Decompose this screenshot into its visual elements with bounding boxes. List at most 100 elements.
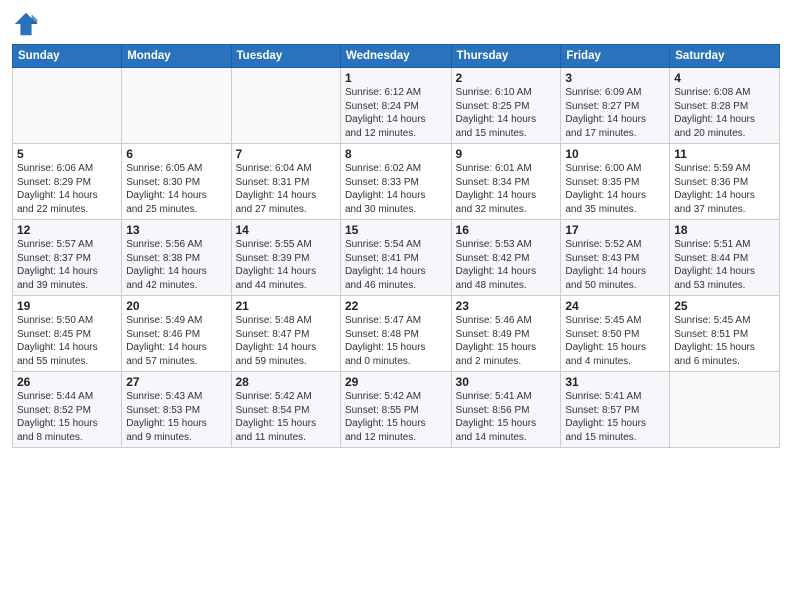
day-cell: 7Sunrise: 6:04 AMSunset: 8:31 PMDaylight… [231,144,340,220]
calendar-header-row: SundayMondayTuesdayWednesdayThursdayFrid… [13,45,780,68]
day-cell: 15Sunrise: 5:54 AMSunset: 8:41 PMDayligh… [340,220,451,296]
day-cell: 23Sunrise: 5:46 AMSunset: 8:49 PMDayligh… [451,296,561,372]
day-cell: 1Sunrise: 6:12 AMSunset: 8:24 PMDaylight… [340,68,451,144]
header-monday: Monday [122,45,231,68]
day-info: Sunrise: 6:09 AMSunset: 8:27 PMDaylight:… [565,86,665,140]
day-cell: 9Sunrise: 6:01 AMSunset: 8:34 PMDaylight… [451,144,561,220]
day-number: 30 [456,375,557,389]
day-number: 9 [456,147,557,161]
day-info: Sunrise: 5:42 AMSunset: 8:54 PMDaylight:… [236,390,336,444]
day-info: Sunrise: 6:08 AMSunset: 8:28 PMDaylight:… [674,86,775,140]
day-info: Sunrise: 5:49 AMSunset: 8:46 PMDaylight:… [126,314,226,368]
day-cell: 29Sunrise: 5:42 AMSunset: 8:55 PMDayligh… [340,372,451,448]
day-info: Sunrise: 6:02 AMSunset: 8:33 PMDaylight:… [345,162,447,216]
header [12,10,780,38]
day-cell: 18Sunrise: 5:51 AMSunset: 8:44 PMDayligh… [670,220,780,296]
day-cell: 12Sunrise: 5:57 AMSunset: 8:37 PMDayligh… [13,220,122,296]
header-friday: Friday [561,45,670,68]
day-cell: 14Sunrise: 5:55 AMSunset: 8:39 PMDayligh… [231,220,340,296]
day-cell: 5Sunrise: 6:06 AMSunset: 8:29 PMDaylight… [13,144,122,220]
day-number: 7 [236,147,336,161]
day-cell: 22Sunrise: 5:47 AMSunset: 8:48 PMDayligh… [340,296,451,372]
day-number: 31 [565,375,665,389]
day-number: 29 [345,375,447,389]
day-cell: 8Sunrise: 6:02 AMSunset: 8:33 PMDaylight… [340,144,451,220]
day-number: 5 [17,147,117,161]
day-number: 13 [126,223,226,237]
day-info: Sunrise: 5:57 AMSunset: 8:37 PMDaylight:… [17,238,117,292]
day-cell: 21Sunrise: 5:48 AMSunset: 8:47 PMDayligh… [231,296,340,372]
day-info: Sunrise: 5:44 AMSunset: 8:52 PMDaylight:… [17,390,117,444]
day-cell: 13Sunrise: 5:56 AMSunset: 8:38 PMDayligh… [122,220,231,296]
day-number: 26 [17,375,117,389]
day-number: 1 [345,71,447,85]
day-cell: 2Sunrise: 6:10 AMSunset: 8:25 PMDaylight… [451,68,561,144]
header-thursday: Thursday [451,45,561,68]
day-cell: 20Sunrise: 5:49 AMSunset: 8:46 PMDayligh… [122,296,231,372]
day-info: Sunrise: 5:50 AMSunset: 8:45 PMDaylight:… [17,314,117,368]
day-info: Sunrise: 5:42 AMSunset: 8:55 PMDaylight:… [345,390,447,444]
day-info: Sunrise: 5:41 AMSunset: 8:57 PMDaylight:… [565,390,665,444]
header-saturday: Saturday [670,45,780,68]
day-info: Sunrise: 5:54 AMSunset: 8:41 PMDaylight:… [345,238,447,292]
day-number: 27 [126,375,226,389]
day-cell [231,68,340,144]
day-number: 8 [345,147,447,161]
day-info: Sunrise: 5:51 AMSunset: 8:44 PMDaylight:… [674,238,775,292]
day-info: Sunrise: 6:00 AMSunset: 8:35 PMDaylight:… [565,162,665,216]
header-wednesday: Wednesday [340,45,451,68]
day-cell: 3Sunrise: 6:09 AMSunset: 8:27 PMDaylight… [561,68,670,144]
day-info: Sunrise: 5:46 AMSunset: 8:49 PMDaylight:… [456,314,557,368]
day-cell: 4Sunrise: 6:08 AMSunset: 8:28 PMDaylight… [670,68,780,144]
day-info: Sunrise: 5:47 AMSunset: 8:48 PMDaylight:… [345,314,447,368]
day-cell: 30Sunrise: 5:41 AMSunset: 8:56 PMDayligh… [451,372,561,448]
day-number: 4 [674,71,775,85]
day-cell: 16Sunrise: 5:53 AMSunset: 8:42 PMDayligh… [451,220,561,296]
header-sunday: Sunday [13,45,122,68]
day-number: 6 [126,147,226,161]
logo [12,10,42,38]
day-info: Sunrise: 5:59 AMSunset: 8:36 PMDaylight:… [674,162,775,216]
day-number: 14 [236,223,336,237]
day-number: 28 [236,375,336,389]
calendar-table: SundayMondayTuesdayWednesdayThursdayFrid… [12,44,780,448]
logo-icon [12,10,40,38]
week-row-2: 12Sunrise: 5:57 AMSunset: 8:37 PMDayligh… [13,220,780,296]
day-info: Sunrise: 5:56 AMSunset: 8:38 PMDaylight:… [126,238,226,292]
day-number: 25 [674,299,775,313]
day-info: Sunrise: 5:55 AMSunset: 8:39 PMDaylight:… [236,238,336,292]
day-info: Sunrise: 6:12 AMSunset: 8:24 PMDaylight:… [345,86,447,140]
day-cell: 6Sunrise: 6:05 AMSunset: 8:30 PMDaylight… [122,144,231,220]
day-cell: 27Sunrise: 5:43 AMSunset: 8:53 PMDayligh… [122,372,231,448]
day-info: Sunrise: 5:45 AMSunset: 8:51 PMDaylight:… [674,314,775,368]
day-cell [13,68,122,144]
day-number: 12 [17,223,117,237]
day-cell: 19Sunrise: 5:50 AMSunset: 8:45 PMDayligh… [13,296,122,372]
day-number: 19 [17,299,117,313]
day-number: 10 [565,147,665,161]
day-cell: 11Sunrise: 5:59 AMSunset: 8:36 PMDayligh… [670,144,780,220]
day-info: Sunrise: 5:41 AMSunset: 8:56 PMDaylight:… [456,390,557,444]
day-number: 20 [126,299,226,313]
day-cell: 25Sunrise: 5:45 AMSunset: 8:51 PMDayligh… [670,296,780,372]
day-info: Sunrise: 6:04 AMSunset: 8:31 PMDaylight:… [236,162,336,216]
page: SundayMondayTuesdayWednesdayThursdayFrid… [0,0,792,612]
day-number: 3 [565,71,665,85]
day-info: Sunrise: 5:43 AMSunset: 8:53 PMDaylight:… [126,390,226,444]
day-cell: 26Sunrise: 5:44 AMSunset: 8:52 PMDayligh… [13,372,122,448]
day-info: Sunrise: 6:05 AMSunset: 8:30 PMDaylight:… [126,162,226,216]
day-cell: 28Sunrise: 5:42 AMSunset: 8:54 PMDayligh… [231,372,340,448]
day-info: Sunrise: 5:45 AMSunset: 8:50 PMDaylight:… [565,314,665,368]
day-number: 22 [345,299,447,313]
day-cell: 17Sunrise: 5:52 AMSunset: 8:43 PMDayligh… [561,220,670,296]
day-number: 2 [456,71,557,85]
day-info: Sunrise: 6:10 AMSunset: 8:25 PMDaylight:… [456,86,557,140]
day-number: 11 [674,147,775,161]
day-info: Sunrise: 5:52 AMSunset: 8:43 PMDaylight:… [565,238,665,292]
day-cell: 31Sunrise: 5:41 AMSunset: 8:57 PMDayligh… [561,372,670,448]
week-row-3: 19Sunrise: 5:50 AMSunset: 8:45 PMDayligh… [13,296,780,372]
day-cell [122,68,231,144]
week-row-4: 26Sunrise: 5:44 AMSunset: 8:52 PMDayligh… [13,372,780,448]
header-tuesday: Tuesday [231,45,340,68]
day-info: Sunrise: 6:06 AMSunset: 8:29 PMDaylight:… [17,162,117,216]
